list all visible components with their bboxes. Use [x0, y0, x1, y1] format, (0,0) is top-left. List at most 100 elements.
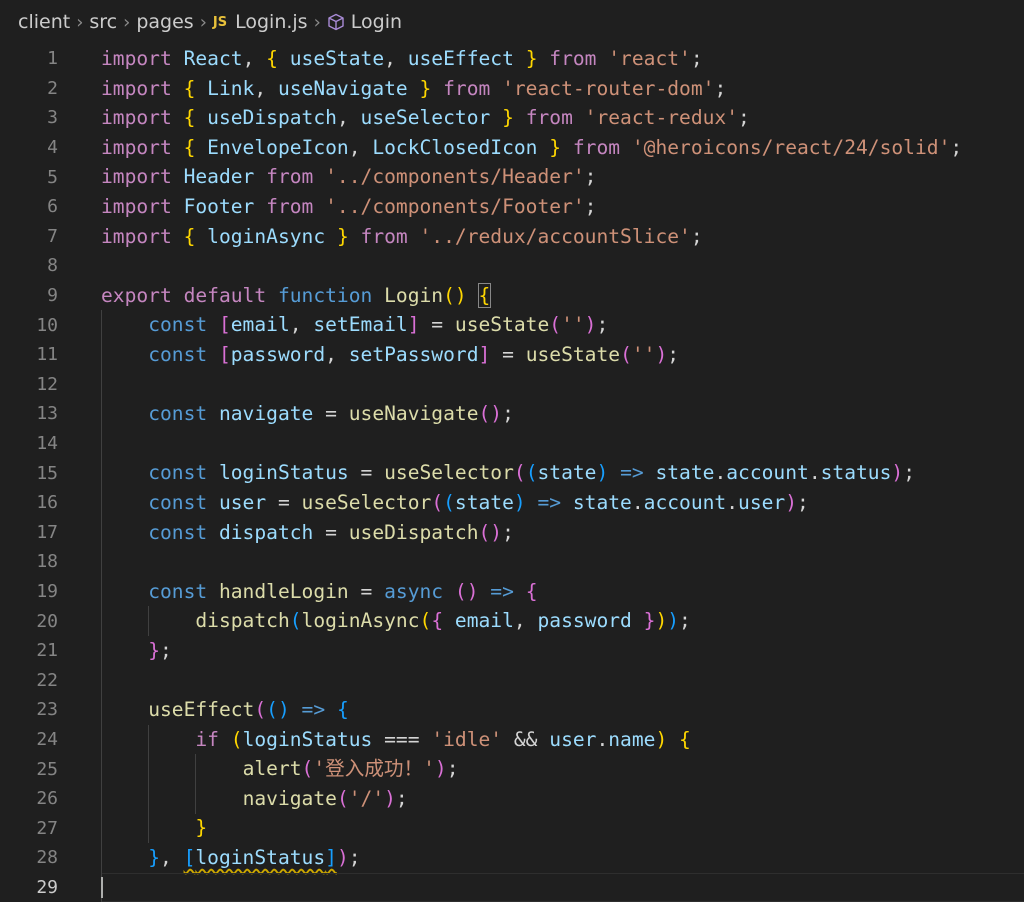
breadcrumb-item-pages[interactable]: pages	[136, 11, 193, 33]
code-token: {	[183, 106, 196, 130]
code-line[interactable]: 2 import { Link, useNavigate } from 'reac…	[0, 74, 1024, 104]
code-token: Header	[183, 165, 255, 189]
code-line[interactable]: 28 }, [loginStatus]);	[0, 843, 1024, 873]
code-token: }	[148, 638, 160, 662]
code-token: ;	[584, 194, 597, 218]
code-text: import Header from '../components/Header…	[101, 162, 596, 192]
breadcrumb-item-file[interactable]: Login.js	[235, 11, 307, 33]
code-editor[interactable]: 1 import React, { useState, useEffect } f…	[0, 44, 1024, 902]
code-token: (	[301, 757, 314, 781]
code-line[interactable]: 14	[0, 429, 1024, 459]
indent-guide	[148, 606, 150, 636]
code-line[interactable]: 6 import Footer from '../components/Foote…	[0, 192, 1024, 222]
code-token: }	[336, 224, 349, 248]
code-token: '../components/Footer'	[325, 194, 585, 218]
breadcrumb-item-client[interactable]: client	[18, 11, 70, 33]
code-line[interactable]: 17 const dispatch = useDispatch();	[0, 518, 1024, 548]
code-token: const	[148, 313, 208, 337]
code-line[interactable]: 27 }	[0, 813, 1024, 843]
code-token: [	[218, 313, 231, 337]
code-token: handleLogin	[218, 579, 349, 603]
line-number: 25	[36, 758, 58, 780]
code-token: ,	[325, 342, 349, 366]
code-line[interactable]: 12	[0, 370, 1024, 400]
code-token: ]	[478, 342, 491, 366]
code-line[interactable]: 21 };	[0, 636, 1024, 666]
code-token: }	[525, 47, 538, 70]
code-token: {	[183, 224, 196, 248]
line-number: 13	[36, 403, 58, 425]
code-token: ;	[950, 135, 963, 159]
code-token: loginStatus	[218, 461, 349, 485]
code-token: (	[254, 698, 267, 722]
code-line[interactable]: 5 import Header from '../components/Heade…	[0, 162, 1024, 192]
code-line[interactable]: 8	[0, 251, 1024, 281]
code-line[interactable]: 23 useEffect(() => {	[0, 695, 1024, 725]
code-token: }	[549, 135, 562, 159]
code-token: import	[101, 224, 172, 248]
code-line[interactable]: 11 const [password, setPassword] = useSt…	[0, 340, 1024, 370]
line-number: 19	[36, 580, 58, 602]
code-line[interactable]: 18	[0, 547, 1024, 577]
code-line[interactable]: 7 import { loginAsync } from '../redux/ac…	[0, 222, 1024, 252]
code-line[interactable]: 19 const handleLogin = async () => {	[0, 577, 1024, 607]
breadcrumb-item-symbol[interactable]: Login	[351, 11, 402, 33]
line-number: 17	[36, 521, 58, 543]
code-line[interactable]: 15 const loginStatus = useSelector((stat…	[0, 458, 1024, 488]
code-line[interactable]: 16 const user = useSelector((state) => s…	[0, 488, 1024, 518]
code-token: ;	[797, 490, 809, 514]
code-token: {	[183, 76, 196, 100]
code-token: '../components/Header'	[325, 165, 585, 189]
code-token: }	[502, 106, 514, 130]
code-line[interactable]: 22	[0, 665, 1024, 695]
code-line[interactable]: 4 import { EnvelopeIcon, LockClosedIcon }…	[0, 133, 1024, 163]
active-line-highlight	[101, 872, 1024, 902]
code-token: account	[726, 461, 809, 485]
code-line[interactable]: 9 export default function Login() {	[0, 281, 1024, 311]
code-token: (	[513, 461, 526, 485]
code-line[interactable]: 10 const [email, setEmail] = useState(''…	[0, 310, 1024, 340]
code-line[interactable]: 29	[0, 872, 1024, 902]
code-line[interactable]: 25 alert('登入成功！');	[0, 754, 1024, 784]
code-token: (	[549, 313, 562, 337]
code-line[interactable]: 24 if (loginStatus === 'idle' && user.na…	[0, 725, 1024, 755]
code-text: }, [loginStatus]);	[101, 843, 360, 873]
code-token: import	[101, 106, 172, 130]
code-token: ===	[372, 727, 432, 751]
code-token: React	[183, 47, 243, 70]
code-token: &&	[502, 727, 550, 751]
code-line[interactable]: 13 const navigate = useNavigate();	[0, 399, 1024, 429]
code-line[interactable]: 20 dispatch(loginAsync({ email, password…	[0, 606, 1024, 636]
code-token: (	[443, 490, 455, 514]
code-token: from	[525, 106, 573, 130]
breadcrumb-item-src[interactable]: src	[89, 11, 117, 33]
code-line[interactable]: 1 import React, { useState, useEffect } f…	[0, 44, 1024, 74]
code-line[interactable]: 3 import { useDispatch, useSelector } fro…	[0, 103, 1024, 133]
code-token: [	[183, 846, 196, 870]
code-token: from	[360, 224, 408, 248]
line-number: 9	[47, 285, 58, 307]
code-token: useState	[289, 47, 385, 70]
code-line[interactable]: 26 navigate('/');	[0, 784, 1024, 814]
